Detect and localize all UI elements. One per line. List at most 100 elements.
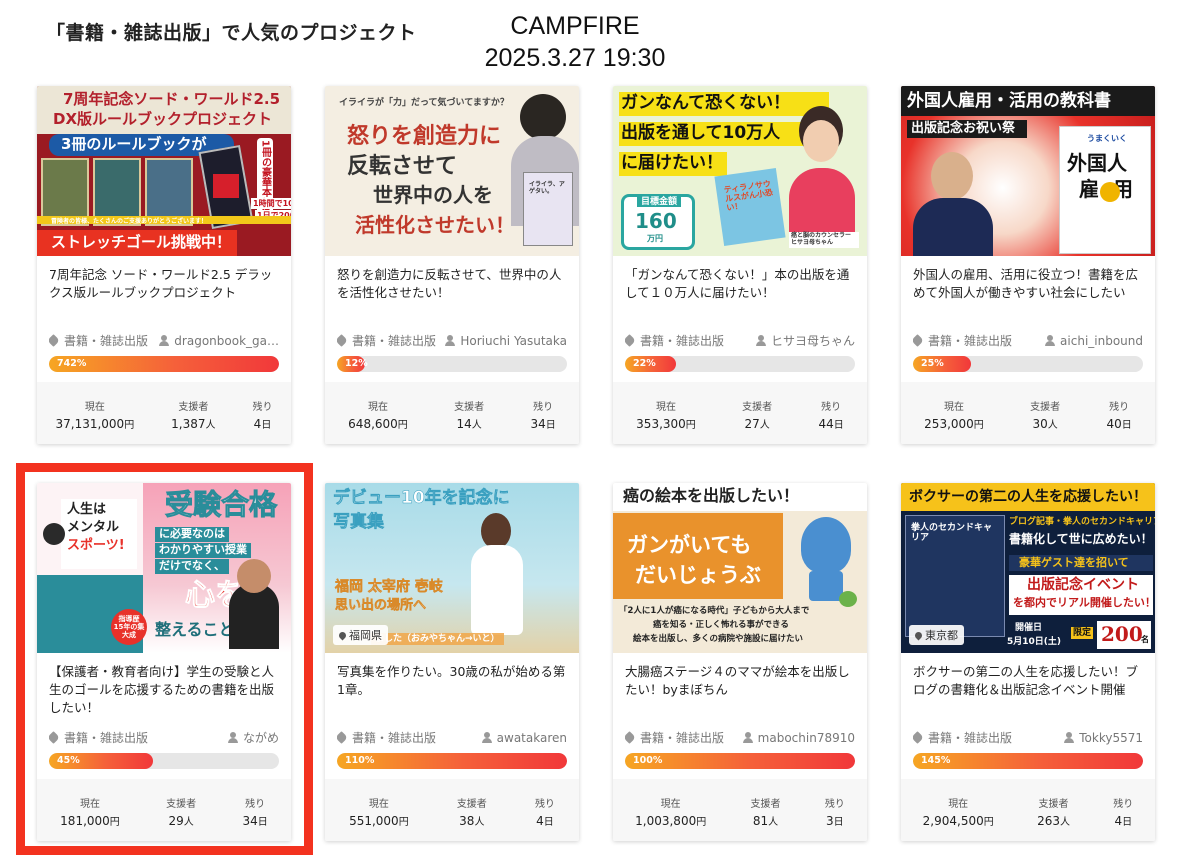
stat-current: 現在 253,000円 [924,401,984,431]
project-title[interactable]: 大腸癌ステージ４のママが絵本を出版したい！byまぼちん [625,663,855,699]
project-thumbnail[interactable]: 外国人雇用・活用の教科書 出版記念お祝い祭 うまくいく 外国人 雇用 [901,86,1155,256]
thumb-text: 癌と脳のカウンセラー ヒサヨ母ちゃん [789,232,859,248]
category-tag[interactable]: 書籍・雑誌出版 [337,332,436,349]
project-thumbnail[interactable]: イライラが「力」だって気づいてますか？ 怒りを創造力に 反転させて 世界中の人を… [325,86,579,256]
thumb-text: 3冊のルールブックが [61,135,207,153]
thumb-text: わかりやすい授業 [155,543,251,558]
project-card[interactable]: 7周年記念ソード・ワールド2.5 DX版ルールブックプロジェクト 3冊のルールブ… [37,86,291,444]
stat-supporters: 支援者 27人 [742,401,773,431]
thumb-text: 怒りを創造力に [347,123,502,149]
stat-remaining-value: 4日 [536,813,554,828]
project-title[interactable]: ボクサーの第二の人生を応援したい！ブログの書籍化＆出版記念イベント開催 [913,663,1143,699]
project-thumbnail[interactable]: 7周年記念ソード・ワールド2.5 DX版ルールブックプロジェクト 3冊のルールブ… [37,86,291,256]
user-icon [159,335,170,346]
owner-link[interactable]: dragonbook_ga… [159,334,279,348]
stat-current-value: 1,003,800円 [635,813,707,828]
stat-supporters: 支援者 30人 [1030,401,1061,431]
project-stats: 現在 181,000円 支援者 29人 残り 34日 [37,779,291,841]
project-title[interactable]: 【保護者・教育者向け】学生の受験と人生のゴールを応援するための書籍を出版したい！ [49,663,279,717]
progress-label: 100% [633,755,663,766]
stat-supporters-value: 38人 [459,813,485,828]
category-tag[interactable]: 書籍・雑誌出版 [49,729,148,746]
location-pin-icon [337,630,348,640]
progress-label: 110% [345,755,375,766]
thumb-text: 書籍化して世に広めたい！ [1009,532,1153,546]
stat-remaining: 残り 4日 [1113,798,1134,828]
capture-date: 2025.3.27 19:30 [484,44,666,72]
project-card[interactable]: デビュー10年を記念に 写真集 福岡 太宰府 壱岐 思い出の場所へ ました（おみ… [325,483,579,841]
stat-remaining-value: 34日 [530,416,556,431]
thumb-text: 指導歴 15年の集大成 [113,615,145,640]
project-title[interactable]: 7周年記念 ソード・ワールド2.5 デラックス版ルールブックプロジェクト [49,266,279,302]
tag-icon [337,334,348,347]
owner-link[interactable]: ヒサヨ母ちゃん [755,332,855,349]
project-thumbnail[interactable]: デビュー10年を記念に 写真集 福岡 太宰府 壱岐 思い出の場所へ ました（おみ… [325,483,579,653]
stat-current: 現在 648,600円 [348,401,408,431]
owner-link[interactable]: awatakaren [481,731,567,745]
project-title[interactable]: 怒りを創造力に反転させて、世界中の人を活性化させたい！ [337,266,567,302]
owner-link[interactable]: mabochin78910 [742,731,855,745]
project-stats: 現在 353,300円 支援者 27人 残り 44日 [613,382,867,444]
project-meta: 書籍・雑誌出版 dragonbook_ga… [49,332,279,349]
thumb-text: だけでなく、 [155,559,229,574]
progress-label: 742% [57,358,87,369]
progress-label: 12% [345,358,368,369]
user-icon [755,335,766,346]
category-tag[interactable]: 書籍・雑誌出版 [49,332,148,349]
project-card[interactable]: 外国人雇用・活用の教科書 出版記念お祝い祭 うまくいく 外国人 雇用 外国人の雇… [901,86,1155,444]
owner-link[interactable]: aichi_inbound [1045,334,1143,348]
stat-current-value: 2,904,500円 [922,813,994,828]
stat-current-value: 253,000円 [924,416,984,431]
stat-remaining: 残り 4日 [534,798,555,828]
project-thumbnail[interactable]: ガンなんて恐くない！ 出版を通して10万人 に届けたい！ 目標金額 160 万円… [613,86,867,256]
progress-bar: 25% [913,356,1143,372]
thumb-text: 人生は [67,502,107,517]
user-icon [481,732,492,743]
stat-current: 現在 551,000円 [349,798,409,828]
progress-bar: 45% [49,753,279,769]
stat-current: 現在 353,300円 [636,401,696,431]
thumb-text: 200 [1101,622,1143,646]
thumb-text: 癌の絵本を出版したい！ [623,486,800,505]
user-icon [227,732,238,743]
category-tag[interactable]: 書籍・雑誌出版 [625,729,724,746]
stat-current: 現在 2,904,500円 [922,798,994,828]
thumb-text: を都内でリアル開催したい！ [1013,596,1155,609]
project-thumbnail[interactable]: 受験合格 に必要なのは わかりやすい授業 だけでなく、 心を 整えること！ 人生… [37,483,291,653]
stat-remaining-value: 3日 [825,813,844,828]
project-title[interactable]: 「ガンなんて恐くない！」本の出版を通して１０万人に届けたい！ [625,266,855,302]
category-tag[interactable]: 書籍・雑誌出版 [625,332,724,349]
progress-bar: 100% [625,753,855,769]
thumb-text: イライラが「力」だって気づいてますか？ [339,98,509,108]
thumb-text: 外国人 [1067,151,1127,175]
owner-link[interactable]: ながめ [227,729,279,746]
project-thumbnail[interactable]: 癌の絵本を出版したい！ ガンがいても だいじょうぶ 「2人に1人が癌になる時代」… [613,483,867,653]
project-card[interactable]: イライラが「力」だって気づいてますか？ 怒りを創造力に 反転させて 世界中の人を… [325,86,579,444]
thumb-text: 冒険者の皆様、たくさんのご支援ありがとうございます！ [51,218,208,225]
stat-supporters-value: 29人 [168,813,194,828]
owner-link[interactable]: Tokky5571 [1064,731,1143,745]
category-tag[interactable]: 書籍・雑誌出版 [913,729,1012,746]
thumb-text: 思い出の場所へ [335,598,427,613]
project-meta: 書籍・雑誌出版 Tokky5571 [913,729,1143,746]
project-thumbnail[interactable]: ボクサーの第二の人生を応援したい！ 拳人のセカンドキャリア ブログ記事・拳人のセ… [901,483,1155,653]
stat-supporters: 支援者 38人 [456,798,487,828]
project-title[interactable]: 外国人の雇用、活用に役立つ！書籍を広めて外国人が働きやすい社会にしたい [913,266,1143,302]
project-card[interactable]: ボクサーの第二の人生を応援したい！ 拳人のセカンドキャリア ブログ記事・拳人のセ… [901,483,1155,841]
category-tag[interactable]: 書籍・雑誌出版 [913,332,1012,349]
stat-supporters-value: 263人 [1037,813,1070,828]
project-card[interactable]: 癌の絵本を出版したい！ ガンがいても だいじょうぶ 「2人に1人が癌になる時代」… [613,483,867,841]
project-card[interactable]: ガンなんて恐くない！ 出版を通して10万人 に届けたい！ 目標金額 160 万円… [613,86,867,444]
stat-supporters: 支援者 14人 [454,401,485,431]
category-tag[interactable]: 書籍・雑誌出版 [337,729,436,746]
project-title[interactable]: 写真集を作りたい。30歳の私が始める第1章。 [337,663,567,699]
thumb-text: 反転させて [347,153,458,179]
thumb-text: DX版ルールブックプロジェクト [53,110,273,128]
stat-current-value: 181,000円 [60,813,120,828]
project-meta: 書籍・雑誌出版 aichi_inbound [913,332,1143,349]
project-stats: 現在 551,000円 支援者 38人 残り 4日 [325,779,579,841]
owner-link[interactable]: Horiuchi Yasutaka [445,334,567,348]
project-card[interactable]: 受験合格 に必要なのは わかりやすい授業 だけでなく、 心を 整えること！ 人生… [37,483,291,841]
thumb-text: 160 [635,209,677,233]
thumb-text: 開催日 [1015,623,1043,633]
